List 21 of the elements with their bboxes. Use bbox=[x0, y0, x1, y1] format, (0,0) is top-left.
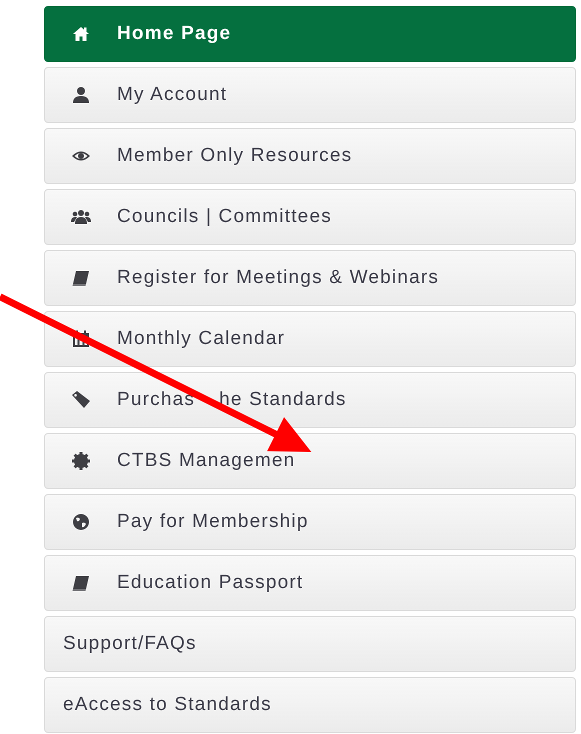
home-icon bbox=[71, 24, 91, 44]
gear-icon bbox=[71, 451, 91, 471]
user-icon bbox=[71, 85, 91, 105]
menu-item[interactable]: Register for Meetings & Webinars bbox=[44, 250, 576, 306]
menu-item[interactable]: Councils | Committees bbox=[44, 189, 576, 245]
menu-item[interactable]: eAccess to Standards bbox=[44, 677, 576, 733]
globe-icon bbox=[71, 512, 91, 532]
menu-item[interactable]: Support/FAQs bbox=[44, 616, 576, 672]
menu-item[interactable]: Monthly Calendar bbox=[44, 311, 576, 367]
tag-icon bbox=[71, 390, 91, 410]
calendar-icon bbox=[71, 329, 91, 349]
menu-item[interactable]: Home Page bbox=[44, 6, 576, 62]
menu-item[interactable]: Member Only Resources bbox=[44, 128, 576, 184]
book-icon bbox=[71, 573, 91, 593]
book-icon bbox=[71, 268, 91, 288]
menu-item[interactable]: Education Passport bbox=[44, 555, 576, 611]
menu-item[interactable]: My Account bbox=[44, 67, 576, 123]
group-icon bbox=[71, 207, 91, 227]
menu-item[interactable]: CTBS Managemen bbox=[44, 433, 576, 489]
menu-item[interactable]: Pay for Membership bbox=[44, 494, 576, 550]
menu-item[interactable]: Purchas he Standards bbox=[44, 372, 576, 428]
